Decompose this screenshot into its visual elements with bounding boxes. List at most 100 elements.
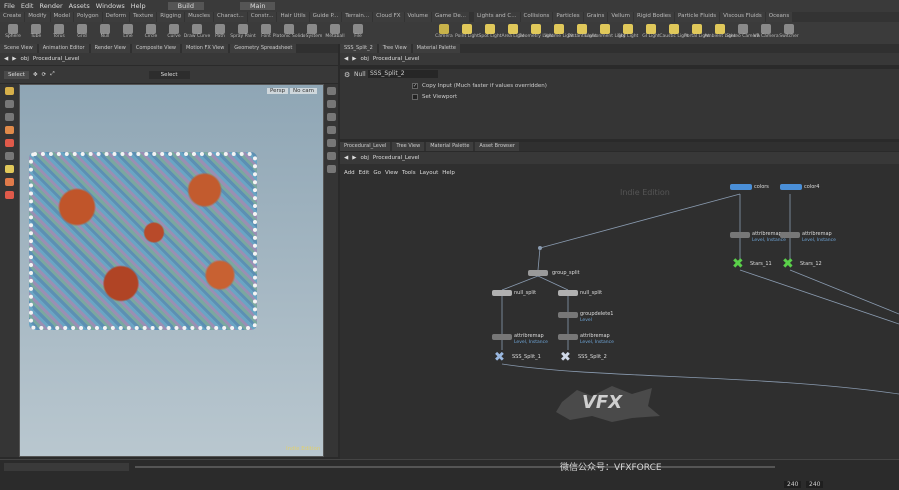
view-icon[interactable]: [5, 152, 14, 160]
shelf-tab[interactable]: Grains: [583, 12, 608, 22]
handle-icon[interactable]: [5, 87, 14, 95]
tab-geometry-spreadsheet[interactable]: Geometry Spreadsheet: [230, 44, 297, 53]
shelf-tab[interactable]: Cloud FX: [373, 12, 404, 22]
magnet-icon[interactable]: [5, 191, 14, 199]
tab-asset-browser[interactable]: Asset Browser: [475, 142, 519, 151]
tab-render-view[interactable]: Render View: [90, 44, 130, 53]
tab-material-palette[interactable]: Material Palette: [412, 44, 460, 53]
tab-composite-view[interactable]: Composite View: [131, 44, 180, 53]
timeline-slider[interactable]: [135, 466, 775, 468]
node-attribremap-4[interactable]: [780, 232, 800, 238]
tool-camera[interactable]: Camera: [434, 22, 454, 44]
param-path-obj[interactable]: obj: [360, 56, 368, 62]
node-name-field[interactable]: SSS_Split_2: [368, 70, 438, 78]
tab-material-palette[interactable]: Material Palette: [426, 142, 474, 151]
frame-start-field[interactable]: 240: [784, 481, 802, 488]
tool-grid[interactable]: Grid: [72, 22, 92, 44]
persp-menu[interactable]: Persp: [267, 88, 289, 94]
scale-icon[interactable]: ⤢: [50, 71, 54, 78]
tab-tree-view[interactable]: Tree View: [392, 142, 425, 151]
node-attribremap-3[interactable]: [730, 232, 750, 238]
tool-vr-camera[interactable]: VR Camera: [753, 22, 779, 44]
param-path-net[interactable]: Procedural_Level: [373, 56, 420, 62]
shelf-tab[interactable]: Particle Fluids: [675, 12, 720, 22]
tool-area-light[interactable]: Area Light: [501, 22, 525, 44]
shelf-tab[interactable]: Viscous Fluids: [720, 12, 765, 22]
tool-path[interactable]: Path: [210, 22, 230, 44]
tool-sky-light[interactable]: Sky Light: [618, 22, 638, 44]
select-mode-dropdown[interactable]: Select: [148, 70, 190, 79]
copy-input-checkbox[interactable]: ✓: [412, 83, 418, 89]
output-node-icon[interactable]: ✖: [732, 256, 744, 272]
back-arrow-icon[interactable]: ◀: [344, 155, 348, 161]
set-viewport-checkbox[interactable]: [412, 94, 418, 100]
menu-help[interactable]: Help: [131, 2, 146, 10]
tool-circle[interactable]: Circle: [141, 22, 161, 44]
tool-null[interactable]: Null: [95, 22, 115, 44]
menu-windows[interactable]: Windows: [96, 2, 125, 10]
network-path-obj[interactable]: obj: [360, 155, 368, 161]
ghost-icon[interactable]: [326, 152, 336, 160]
tool-environment-light[interactable]: Environment Light: [584, 22, 626, 44]
tool-sphere[interactable]: Sphere: [3, 22, 23, 44]
tool-draw-curve[interactable]: Draw Curve: [184, 22, 210, 44]
node-groupdelete[interactable]: [558, 312, 578, 318]
shaded-icon[interactable]: [326, 113, 336, 121]
desktop-build[interactable]: Build: [167, 2, 204, 10]
shelf-tab[interactable]: Lights and C...: [473, 12, 520, 22]
shelf-tab[interactable]: Vellum: [608, 12, 634, 22]
shelf-tab[interactable]: Volume: [404, 12, 431, 22]
tool-spray-paint[interactable]: Spray Paint: [230, 22, 256, 44]
shelf-tab[interactable]: Guide P...: [309, 12, 342, 22]
node-attribremap-2[interactable]: [558, 334, 578, 340]
shelf-tab[interactable]: Texture: [130, 12, 157, 22]
shelf-tab[interactable]: Collisions: [520, 12, 553, 22]
tool-curve[interactable]: Curve: [164, 22, 184, 44]
tool-metaball[interactable]: Metaball: [325, 22, 345, 44]
tab-tree-view[interactable]: Tree View: [378, 44, 411, 53]
brush-icon[interactable]: [5, 139, 14, 147]
tab-node-params[interactable]: SSS_Split_2: [340, 44, 377, 53]
shelf-tab[interactable]: Modify: [25, 12, 50, 22]
display-icon[interactable]: [326, 87, 336, 95]
level-grid-geometry[interactable]: [29, 152, 257, 330]
shelf-tab[interactable]: Hair Utils: [277, 12, 309, 22]
tab-animation-editor[interactable]: Animation Editor: [38, 44, 89, 53]
frame-end-field[interactable]: 240: [806, 481, 824, 488]
grid-toggle-icon[interactable]: [326, 165, 336, 173]
shelf-tab[interactable]: Model: [50, 12, 74, 22]
shelf-tab[interactable]: Particles: [553, 12, 583, 22]
playback-controls[interactable]: [4, 463, 129, 471]
tool-switcher[interactable]: Switcher: [779, 22, 799, 44]
node-null-split-2[interactable]: [558, 290, 578, 296]
shelf-tab[interactable]: Rigid Bodies: [634, 12, 675, 22]
forward-arrow-icon[interactable]: ▶: [352, 56, 356, 62]
shelf-tab[interactable]: Charact...: [214, 12, 247, 22]
network-editor[interactable]: Add Edit Go View Tools Layout Help Indie…: [340, 164, 899, 459]
transform-icon[interactable]: ✥: [33, 72, 38, 78]
tool-caustic-light[interactable]: Caustic Light: [659, 22, 689, 44]
tab-motion-fx-view[interactable]: Motion FX View: [182, 44, 229, 53]
node-colors[interactable]: [730, 184, 752, 190]
tool-font[interactable]: Font: [256, 22, 276, 44]
tool-volume-light[interactable]: Volume Light: [544, 22, 574, 44]
tool-torus[interactable]: Torus: [49, 22, 69, 44]
tool-distant-light[interactable]: Distant Light: [568, 22, 596, 44]
null-node-icon[interactable]: ✖: [560, 350, 571, 365]
shelf-tab[interactable]: Constr...: [247, 12, 277, 22]
snap-icon[interactable]: [5, 100, 14, 108]
menu-assets[interactable]: Assets: [69, 2, 90, 10]
menu-file[interactable]: File: [4, 2, 15, 10]
shelf-tab[interactable]: Deform: [102, 12, 130, 22]
tool-stereo-camera[interactable]: Stereo Camera: [726, 22, 760, 44]
wireframe-icon[interactable]: [326, 100, 336, 108]
normals-icon[interactable]: [326, 139, 336, 147]
select-tool[interactable]: Select: [4, 70, 29, 79]
pose-icon[interactable]: [5, 126, 14, 134]
group-icon[interactable]: [5, 113, 14, 121]
node-attribremap-1[interactable]: [492, 334, 512, 340]
tool-geometry-light[interactable]: Geometry Light: [518, 22, 554, 44]
tool-point-light[interactable]: Point Light: [455, 22, 479, 44]
tool-platonic[interactable]: Platonic Solids: [273, 22, 305, 44]
shelf-tab[interactable]: Game De...: [431, 12, 469, 22]
